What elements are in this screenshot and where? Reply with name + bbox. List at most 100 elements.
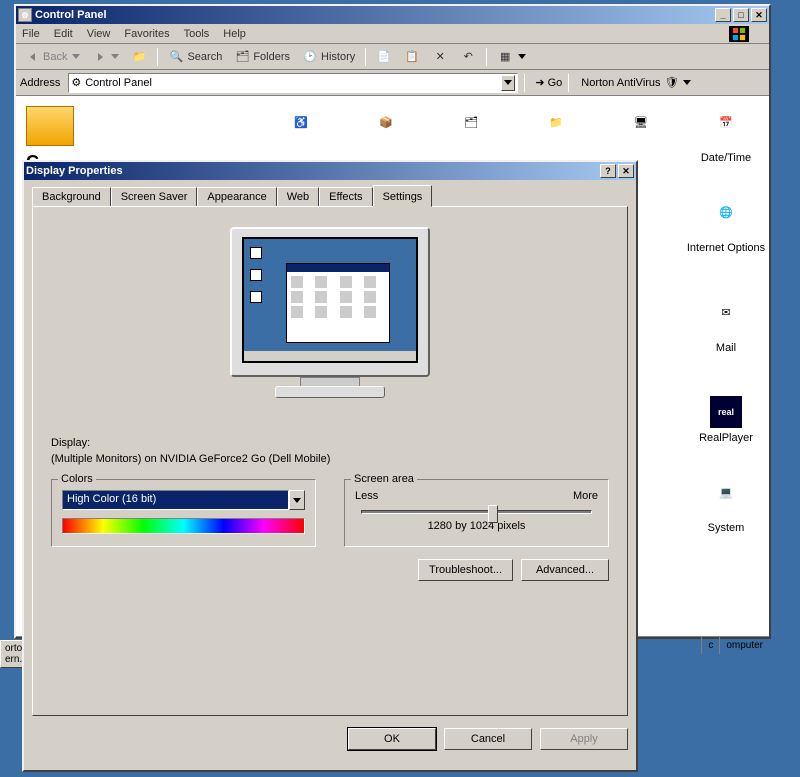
tab-strip: Background Screen Saver Appearance Web E… bbox=[32, 187, 628, 207]
go-icon: ➜ bbox=[535, 76, 544, 89]
resolution-slider[interactable] bbox=[361, 510, 592, 514]
help-button[interactable]: ? bbox=[600, 164, 616, 178]
accessibility-icon: ♿ bbox=[285, 116, 317, 148]
windows-logo-icon bbox=[729, 26, 749, 42]
delete-icon: ✕ bbox=[432, 49, 448, 65]
history-label: History bbox=[321, 51, 355, 63]
delete-button[interactable]: ✕ bbox=[428, 48, 452, 66]
tab-effects[interactable]: Effects bbox=[319, 187, 372, 207]
cp-icon-internet[interactable]: 🌐 Internet Options bbox=[681, 206, 771, 254]
monitor-preview bbox=[220, 227, 440, 417]
address-dropdown[interactable] bbox=[501, 75, 515, 91]
system-label: System bbox=[681, 522, 771, 534]
datetime-icon: 📅 bbox=[710, 116, 742, 148]
address-bar: Address ⚙ Control Panel ➜ Go Norton Anti… bbox=[16, 70, 769, 96]
menu-favorites[interactable]: Favorites bbox=[124, 28, 169, 40]
menu-bar: File Edit View Favorites Tools Help bbox=[16, 24, 769, 44]
menu-help[interactable]: Help bbox=[223, 28, 246, 40]
tab-web[interactable]: Web bbox=[277, 187, 319, 207]
folders-button[interactable]: 🗂 Folders bbox=[230, 48, 294, 66]
realplayer-icon: real bbox=[710, 396, 742, 428]
cp-icon-realplayer[interactable]: real RealPlayer bbox=[681, 396, 771, 444]
colors-legend: Colors bbox=[58, 473, 96, 485]
control-panel-icon: ⚙ bbox=[71, 76, 81, 89]
mail-icon: ✉ bbox=[710, 306, 742, 338]
generic-icon: 📁 bbox=[540, 116, 572, 148]
norton-icon: 🛡 bbox=[665, 76, 679, 89]
cp-icon-system[interactable]: 💻 System bbox=[681, 486, 771, 534]
apply-button[interactable]: Apply bbox=[540, 728, 628, 750]
cp-icon-unknown[interactable]: 📁 bbox=[511, 116, 601, 152]
back-label: Back bbox=[43, 51, 67, 63]
tab-appearance[interactable]: Appearance bbox=[197, 187, 276, 207]
up-button[interactable]: 📁 bbox=[127, 48, 151, 66]
copyto-icon: 📋 bbox=[404, 49, 420, 65]
display-label: Display: bbox=[51, 437, 609, 449]
cp-icon-datetime[interactable]: 📅 Date/Time bbox=[681, 116, 771, 164]
copyto-button[interactable]: 📋 bbox=[400, 48, 424, 66]
tab-screensaver[interactable]: Screen Saver bbox=[111, 187, 198, 207]
go-label: Go bbox=[548, 77, 563, 89]
forward-button[interactable] bbox=[88, 48, 123, 66]
back-icon bbox=[24, 49, 40, 65]
internet-label: Internet Options bbox=[681, 242, 771, 254]
chevron-down-icon bbox=[111, 54, 119, 59]
internet-icon: 🌐 bbox=[710, 206, 742, 238]
search-icon: 🔍 bbox=[168, 49, 184, 65]
slider-thumb[interactable] bbox=[488, 505, 498, 523]
search-label: Search bbox=[187, 51, 222, 63]
moveto-icon: 📄 bbox=[376, 49, 392, 65]
menu-tools[interactable]: Tools bbox=[184, 28, 210, 40]
settings-panel: Display: (Multiple Monitors) on NVIDIA G… bbox=[32, 206, 628, 716]
display-value: (Multiple Monitors) on NVIDIA GeForce2 G… bbox=[51, 453, 609, 465]
cp-icon-mail[interactable]: ✉ Mail bbox=[681, 306, 771, 354]
menu-file[interactable]: File bbox=[22, 28, 40, 40]
folder-up-icon: 📁 bbox=[131, 49, 147, 65]
cp-icon-display[interactable]: 🖥 bbox=[596, 116, 686, 152]
go-button[interactable]: ➜ Go bbox=[535, 76, 562, 89]
datetime-label: Date/Time bbox=[681, 152, 771, 164]
cp-titlebar[interactable]: ⚙ Control Panel _ □ ✕ bbox=[16, 6, 769, 24]
moveto-button[interactable]: 📄 bbox=[372, 48, 396, 66]
dlg-close-button[interactable]: ✕ bbox=[618, 164, 634, 178]
ok-button[interactable]: OK bbox=[348, 728, 436, 750]
screen-area-group: Screen area Less More 1280 by 1024 pixel… bbox=[344, 479, 609, 547]
tab-settings[interactable]: Settings bbox=[373, 185, 433, 207]
menu-view[interactable]: View bbox=[87, 28, 111, 40]
system-icon: 💻 bbox=[710, 486, 742, 518]
undo-button[interactable]: ↶ bbox=[456, 48, 480, 66]
address-value: Control Panel bbox=[85, 77, 152, 89]
address-field[interactable]: ⚙ Control Panel bbox=[68, 73, 518, 93]
maximize-button[interactable]: □ bbox=[733, 8, 749, 22]
colors-dropdown-button[interactable] bbox=[289, 490, 305, 510]
advanced-button[interactable]: Advanced... bbox=[521, 559, 609, 581]
close-button[interactable]: ✕ bbox=[751, 8, 767, 22]
control-panel-icon: ⚙ bbox=[18, 8, 32, 22]
back-button[interactable]: Back bbox=[20, 48, 84, 66]
minimize-button[interactable]: _ bbox=[715, 8, 731, 22]
views-icon: ▦ bbox=[497, 49, 513, 65]
toolbar: Back 📁 🔍 Search 🗂 Folders 🕑 History 📄 📋 … bbox=[16, 44, 769, 70]
cp-icon-admin[interactable]: 🗂 bbox=[426, 116, 516, 152]
norton-toolbar[interactable]: Norton AntiVirus 🛡 bbox=[581, 76, 690, 89]
search-button[interactable]: 🔍 Search bbox=[164, 48, 226, 66]
mail-label: Mail bbox=[681, 342, 771, 354]
area-less: Less bbox=[355, 490, 378, 502]
views-button[interactable]: ▦ bbox=[493, 48, 530, 66]
display-icon: 🖥 bbox=[625, 116, 657, 148]
undo-icon: ↶ bbox=[460, 49, 476, 65]
troubleshoot-button[interactable]: Troubleshoot... bbox=[418, 559, 513, 581]
cancel-button[interactable]: Cancel bbox=[444, 728, 532, 750]
tab-background[interactable]: Background bbox=[32, 187, 111, 207]
menu-edit[interactable]: Edit bbox=[54, 28, 73, 40]
area-legend: Screen area bbox=[351, 473, 417, 485]
history-button[interactable]: 🕑 History bbox=[298, 48, 359, 66]
resolution-value: 1280 by 1024 pixels bbox=[355, 520, 598, 532]
area-more: More bbox=[573, 490, 598, 502]
dlg-titlebar[interactable]: Display Properties ? ✕ bbox=[24, 162, 636, 180]
chevron-down-icon bbox=[683, 80, 691, 85]
add-remove-icon: 📦 bbox=[370, 116, 402, 148]
cp-icon-addremove[interactable]: 📦 bbox=[341, 116, 431, 152]
colors-combo[interactable]: High Color (16 bit) bbox=[62, 490, 305, 510]
cp-icon-accessibility[interactable]: ♿ bbox=[256, 116, 346, 152]
